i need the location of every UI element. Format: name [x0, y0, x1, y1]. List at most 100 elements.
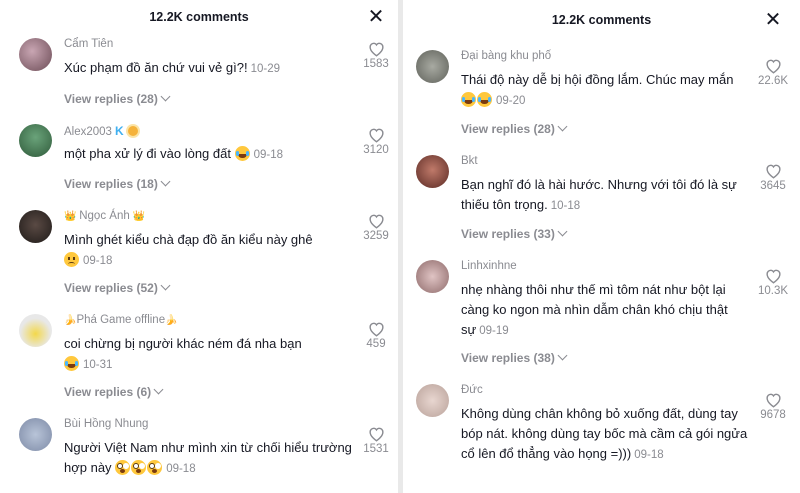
like-button[interactable]: 3645 — [753, 163, 793, 192]
chevron-down-icon — [557, 226, 568, 237]
chevron-down-icon — [160, 280, 171, 291]
comment-username[interactable]: 🍌Phá Game offline🍌 — [64, 314, 178, 326]
chevron-down-icon — [160, 91, 171, 102]
comment-username-text: Alex2003 — [64, 126, 112, 138]
like-button[interactable]: 3120 — [356, 127, 396, 156]
heart-outline-icon — [368, 322, 384, 337]
comment-username[interactable]: Linhxinhne — [461, 260, 517, 272]
like-button[interactable]: 10.3K — [753, 268, 793, 297]
comment-text: coi chừng bị người khác ném đá nha bạn — [64, 336, 302, 351]
like-button[interactable]: 3259 — [356, 213, 396, 242]
comment-date: 09-18 — [253, 149, 284, 161]
comment-username[interactable]: Đức — [461, 384, 483, 396]
close-icon[interactable]: ✕ — [366, 7, 386, 27]
comment-date: 10-29 — [250, 63, 281, 75]
like-count: 3120 — [363, 144, 389, 156]
view-replies-label: View replies (18) — [64, 177, 158, 191]
avatar[interactable] — [416, 155, 449, 188]
comment-username-text: Phá Game offline — [76, 314, 166, 326]
comment-text-block: một pha xử lý đi vào lòng đất 09-18 — [64, 144, 283, 165]
view-replies-label: View replies (52) — [64, 281, 158, 295]
heart-outline-icon — [368, 128, 384, 143]
k-badge-icon: K — [114, 124, 124, 138]
view-replies-button[interactable]: View replies (28) — [461, 121, 568, 136]
heart-outline-icon — [765, 59, 781, 74]
comment-date: 10-18 — [550, 200, 581, 212]
like-button[interactable]: 1531 — [356, 426, 396, 455]
comment-username[interactable]: Đại bàng khu phố — [461, 50, 551, 62]
avatar[interactable] — [19, 418, 52, 451]
comment-text-block: Người Việt Nam như mình xin từ chối hiểu… — [64, 438, 354, 479]
comments-header: 12.2K comments ✕ — [0, 0, 398, 34]
avatar[interactable] — [416, 384, 449, 417]
comment-text: Không dùng chân không bỏ xuống đất, dùng… — [461, 406, 748, 461]
like-count: 1583 — [363, 58, 389, 70]
banana-icon: 🍌 — [165, 315, 178, 326]
comment-date: 09-18 — [166, 463, 196, 475]
like-count: 3259 — [363, 230, 389, 242]
like-count: 9678 — [760, 409, 786, 421]
comment-text-block: Không dùng chân không bỏ xuống đất, dùng… — [461, 404, 756, 465]
comment-text: Bạn nghĩ đó là hài hước. Nhưng với tôi đ… — [461, 177, 737, 212]
sad-emoji-icon — [64, 252, 79, 267]
view-replies-label: View replies (28) — [64, 92, 158, 106]
like-button[interactable]: 9678 — [753, 392, 793, 421]
comment-text-block: Mình ghét kiểu chà đạp đồ ăn kiểu này gh… — [64, 230, 354, 271]
comment-username[interactable]: Bùi Hồng Nhung — [64, 418, 148, 430]
comment-username[interactable]: Alex2003 K — [64, 124, 138, 138]
heart-outline-icon — [765, 164, 781, 179]
comment-text: Xúc phạm đồ ăn chứ vui vẻ gì?! — [64, 60, 248, 75]
like-button[interactable]: 459 — [356, 321, 396, 350]
view-replies-button[interactable]: View replies (38) — [461, 350, 568, 365]
avatar[interactable] — [19, 38, 52, 71]
like-count: 459 — [366, 338, 386, 350]
avatar[interactable] — [416, 50, 449, 83]
heart-outline-icon — [765, 269, 781, 284]
avatar[interactable] — [19, 210, 52, 243]
view-replies-button[interactable]: View replies (33) — [461, 226, 568, 241]
view-replies-button[interactable]: View replies (28) — [64, 91, 171, 106]
like-button[interactable]: 22.6K — [753, 58, 793, 87]
comments-count-title: 12.2K comments — [551, 13, 652, 27]
heart-outline-icon — [765, 393, 781, 408]
comment-text-block: Thái độ này dễ bị hội đồng lắm. Chúc may… — [461, 70, 751, 111]
comment-text: Người Việt Nam như mình xin từ chối hiểu… — [64, 440, 352, 475]
heart-outline-icon — [368, 214, 384, 229]
like-count: 22.6K — [757, 75, 789, 87]
comment-date: 09-18 — [634, 449, 664, 461]
laughing-emoji-icon — [461, 92, 476, 107]
like-button[interactable]: 1583 — [356, 41, 396, 70]
crown-icon: 👑 — [64, 211, 80, 222]
comment-username[interactable]: 👑 Ngọc Ánh 👑 — [64, 210, 145, 222]
comment-text-block: nhẹ nhàng thôi như thế mì tôm nát như bộ… — [461, 280, 756, 341]
laughing-emoji-icon — [477, 92, 492, 107]
like-count: 1531 — [363, 443, 389, 455]
view-replies-button[interactable]: View replies (52) — [64, 280, 171, 295]
comment-date: 09-20 — [496, 95, 526, 107]
comments-count-title: 12.2K comments — [149, 10, 249, 24]
close-icon[interactable]: ✕ — [763, 10, 783, 30]
shocked-emoji-icon — [147, 460, 163, 475]
view-replies-label: View replies (38) — [461, 351, 555, 365]
avatar[interactable] — [19, 314, 52, 347]
view-replies-button[interactable]: View replies (6) — [64, 384, 164, 399]
comments-header: 12.2K comments ✕ — [403, 0, 800, 34]
comments-panel-right: 12.2K comments ✕ Đại bàng khu phố Thái đ… — [403, 0, 800, 493]
view-replies-label: View replies (28) — [461, 122, 555, 136]
view-replies-button[interactable]: View replies (18) — [64, 176, 171, 191]
comment-username[interactable]: Cẩm Tiên — [64, 38, 113, 50]
comment-username[interactable]: Bkt — [461, 155, 478, 167]
comments-panel-left: 12.2K comments ✕ Cẩm Tiên Xúc phạm đồ ăn… — [0, 0, 398, 493]
view-replies-label: View replies (33) — [461, 227, 555, 241]
chevron-down-icon — [557, 121, 568, 132]
avatar[interactable] — [416, 260, 449, 293]
comment-date: 10-31 — [83, 359, 113, 371]
comment-text: Mình ghét kiểu chà đạp đồ ăn kiểu này gh… — [64, 232, 313, 247]
shocked-emoji-icon — [131, 460, 147, 475]
comment-username-text: Ngọc Ánh — [79, 210, 130, 222]
comment-date: 09-19 — [479, 325, 509, 337]
chevron-down-icon — [153, 384, 164, 395]
avatar[interactable] — [19, 124, 52, 157]
chevron-down-icon — [557, 350, 568, 361]
comment-date: 09-18 — [83, 255, 113, 267]
